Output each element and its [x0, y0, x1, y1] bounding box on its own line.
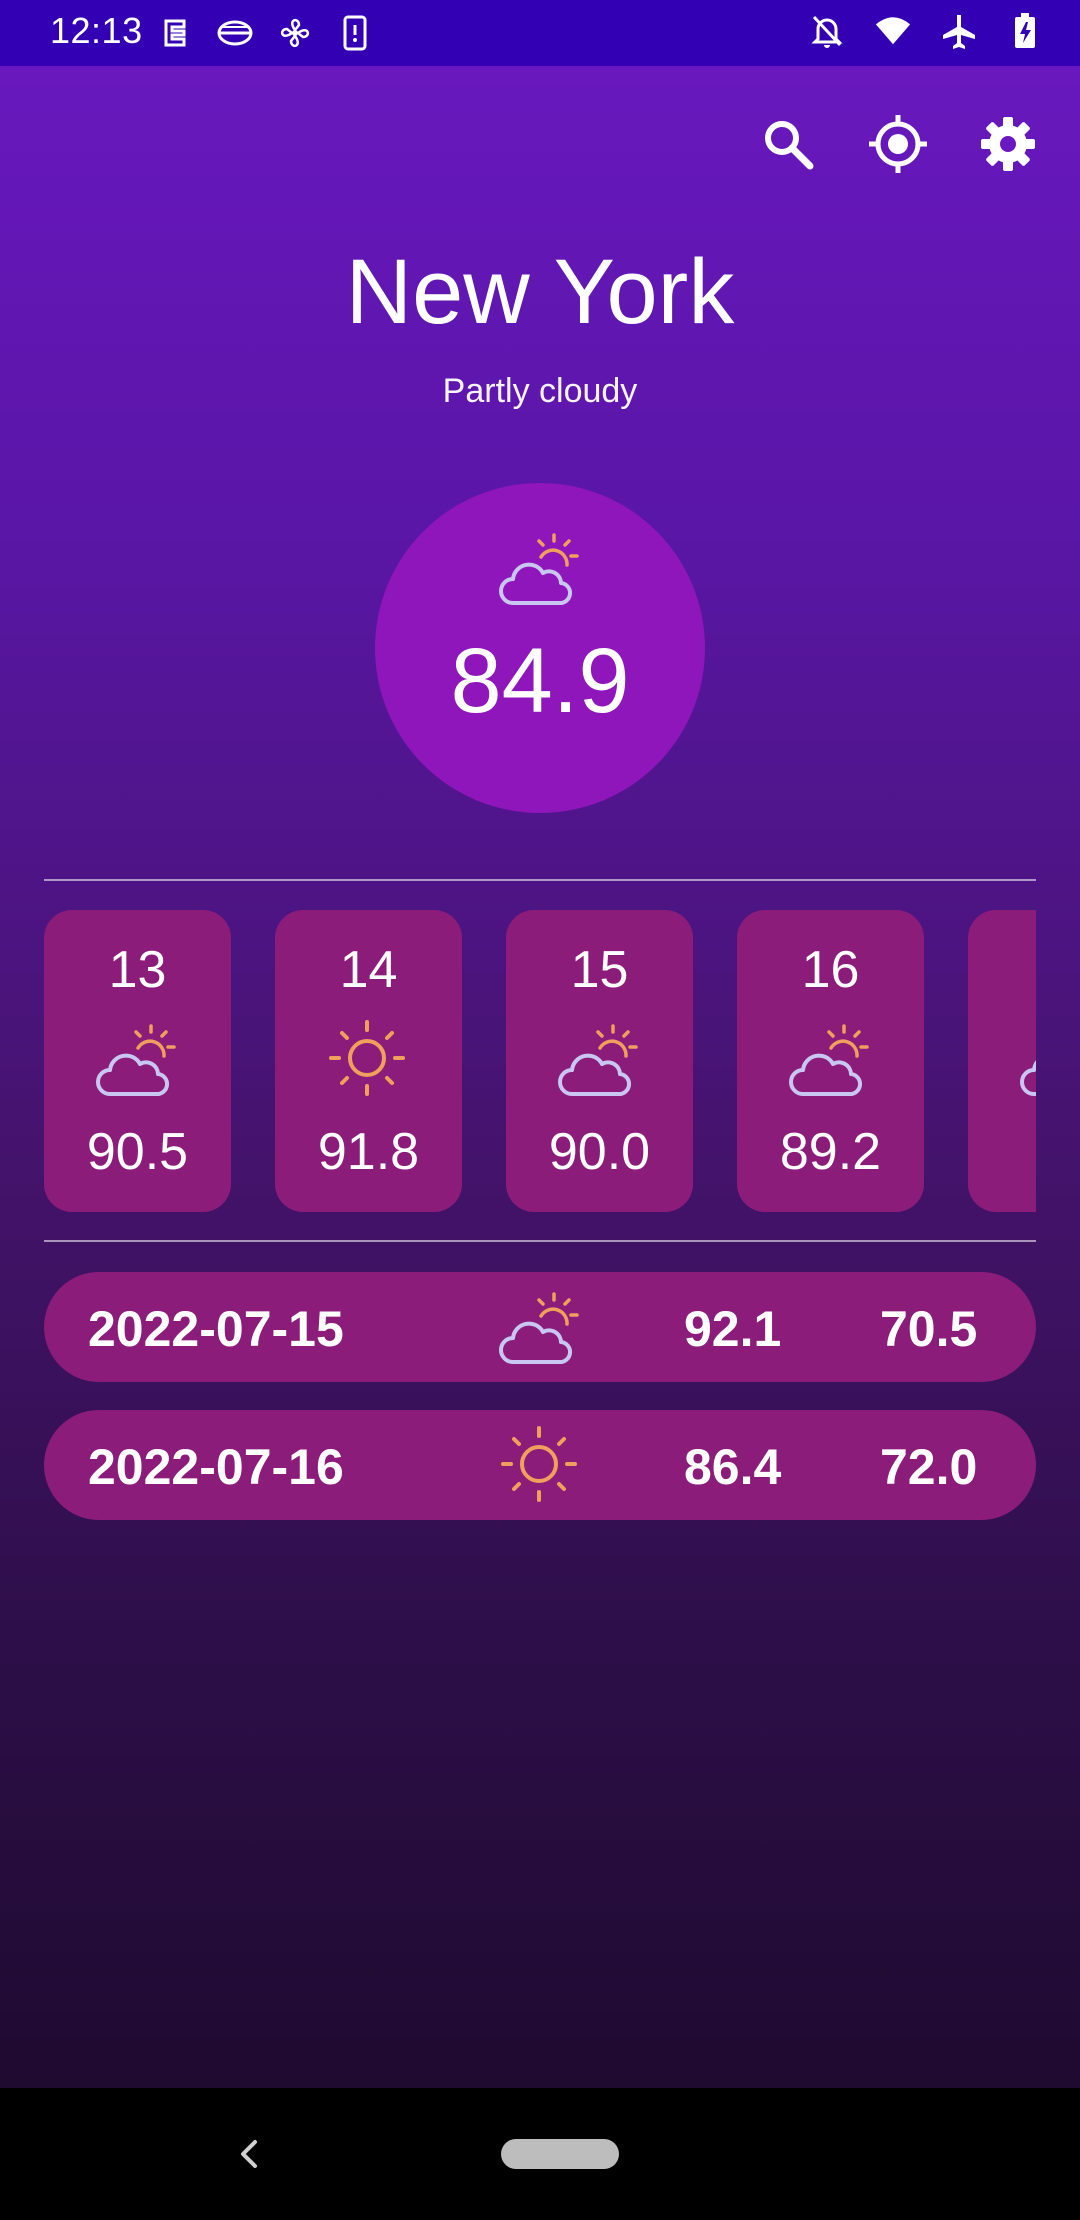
back-icon: [241, 2140, 257, 2168]
partly-cloudy-icon: [499, 1286, 581, 1373]
hourly-card[interactable]: 14 91.8: [275, 910, 462, 1212]
search-icon: [765, 121, 814, 170]
sun-icon: [327, 1018, 409, 1105]
hourly-card[interactable]: 13 90.5: [44, 910, 231, 1212]
divider-bottom: [44, 1240, 1036, 1242]
wifi-icon: [874, 12, 912, 50]
forecast-high: 92.1: [684, 1301, 782, 1357]
hour-temperature: 89.2: [779, 1123, 882, 1181]
hour-label: 14: [339, 941, 398, 999]
partly-cloudy-icon: [1020, 1018, 1036, 1105]
current-temperature: 84.9: [450, 630, 630, 732]
phone-alert-icon: [336, 14, 374, 52]
partly-cloudy-icon: [499, 527, 581, 614]
settings-button[interactable]: [976, 112, 1040, 176]
hour-label: 15: [570, 941, 629, 999]
carrier-icon: [156, 14, 194, 52]
hour-label: 13: [108, 941, 167, 999]
hour-temperature: 8: [968, 1122, 1036, 1182]
status-time: 12:13: [50, 10, 143, 51]
sun-icon: [499, 1424, 581, 1511]
my-location-icon: [869, 115, 927, 173]
current-temperature-badge: 84.9: [375, 483, 705, 813]
status-right-icons: [808, 12, 1044, 50]
globe-icon: [216, 14, 254, 52]
daily-forecast-row[interactable]: 2022-07-15 92.1 70.5: [44, 1272, 1036, 1382]
hour-label: 16: [801, 941, 860, 999]
hourly-card[interactable]: 15 90.0: [506, 910, 693, 1212]
top-action-bar: [756, 112, 1040, 176]
back-button[interactable]: [220, 2124, 280, 2184]
battery-charging-icon: [1006, 12, 1044, 50]
partly-cloudy-icon: [789, 1018, 871, 1105]
forecast-date: 2022-07-16: [88, 1439, 344, 1495]
weather-condition: Partly cloudy: [442, 372, 638, 410]
city-name: New York: [345, 241, 735, 343]
hourly-card[interactable]: 16 89.2: [737, 910, 924, 1212]
airplane-icon: [940, 12, 978, 50]
status-bar: 12:13: [0, 0, 1080, 66]
fan-icon: [276, 14, 314, 52]
forecast-low: 70.5: [880, 1301, 978, 1357]
my-location-button[interactable]: [866, 112, 930, 176]
hourly-forecast-list[interactable]: 13 90.5 14 91.8 15 90.0 16 89.2: [44, 910, 1036, 1214]
home-pill[interactable]: [501, 2139, 619, 2169]
hour-label: 17: [968, 940, 1036, 1000]
forecast-low: 72.0: [880, 1439, 978, 1495]
hour-temperature: 90.0: [548, 1123, 651, 1181]
forecast-date: 2022-07-15: [88, 1301, 344, 1357]
status-left-icons: [156, 14, 374, 52]
partly-cloudy-icon: [96, 1018, 178, 1105]
partly-cloudy-icon: [558, 1018, 640, 1105]
daily-forecast-row[interactable]: 2022-07-16 86.4 72.0: [44, 1410, 1036, 1520]
hour-temperature: 90.5: [86, 1123, 189, 1181]
hourly-card[interactable]: 17 8: [968, 910, 1036, 1212]
search-button[interactable]: [756, 112, 820, 176]
system-nav-bar: [0, 2088, 1080, 2220]
forecast-high: 86.4: [684, 1439, 782, 1495]
hour-temperature: 91.8: [317, 1123, 420, 1181]
settings-icon: [981, 117, 1035, 171]
bell-off-icon: [808, 12, 846, 50]
divider-top: [44, 879, 1036, 881]
